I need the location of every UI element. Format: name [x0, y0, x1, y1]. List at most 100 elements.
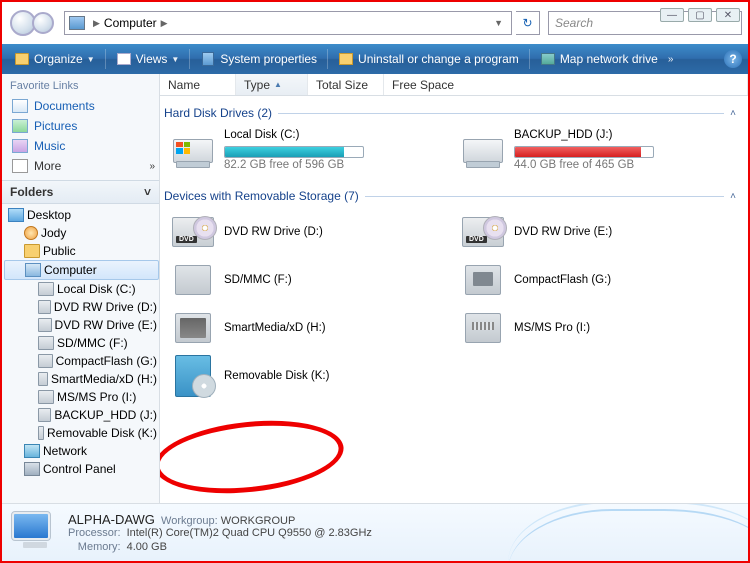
address-bar[interactable]: ▶ Computer ▶ ▼	[64, 11, 512, 35]
tree-label: Local Disk (C:)	[57, 280, 136, 298]
drive-name: MS/MS Pro (I:)	[514, 321, 590, 336]
drive-h[interactable]: SmartMedia/xD (H:)	[168, 305, 446, 351]
system-properties-button[interactable]: System properties	[194, 49, 323, 69]
col-label: Total Size	[316, 78, 368, 92]
organize-button[interactable]: Organize ▼	[8, 49, 101, 69]
favorite-documents[interactable]: Documents	[8, 96, 159, 116]
chevron-down-icon: ▼	[171, 55, 179, 64]
uninstall-icon	[338, 51, 354, 67]
group-removable[interactable]: Devices with Removable Storage (7) ˄	[164, 183, 740, 207]
separator	[189, 49, 190, 69]
separator	[327, 49, 328, 69]
tree-drive[interactable]: CompactFlash (G:)	[4, 352, 159, 370]
collapse-group-icon[interactable]: ˄	[730, 108, 736, 119]
more-commands-button[interactable]: »	[668, 54, 674, 65]
drive-name: Local Disk (C:)	[224, 128, 364, 143]
window-controls: — ▢ ✕	[660, 8, 740, 22]
col-type[interactable]: Type▲	[236, 74, 308, 95]
col-free-space[interactable]: Free Space	[384, 74, 748, 95]
usage-bar	[224, 146, 364, 158]
folders-header[interactable]: Folders ˅	[2, 180, 159, 204]
cf-card-icon	[460, 259, 506, 301]
tree-user[interactable]: Jody	[4, 224, 159, 242]
drive-f[interactable]: SD/MMC (F:)	[168, 257, 446, 303]
drive-icon	[38, 426, 44, 440]
group-rule	[365, 196, 724, 197]
user-icon	[24, 226, 38, 240]
removable-grid: DVDDVD RW Drive (D:) DVDDVD RW Drive (E:…	[164, 207, 740, 407]
drive-name: DVD RW Drive (E:)	[514, 225, 612, 240]
decorative-streaks	[528, 503, 748, 561]
drive-g[interactable]: CompactFlash (G:)	[458, 257, 736, 303]
nav-buttons	[10, 10, 54, 36]
drive-icon	[38, 372, 48, 386]
favorite-label: Pictures	[34, 119, 77, 133]
refresh-button[interactable]: ↻	[516, 11, 540, 35]
tree-public[interactable]: Public	[4, 242, 159, 260]
drive-icon	[38, 318, 52, 332]
tree-label: MS/MS Pro (I:)	[57, 388, 136, 406]
organize-label: Organize	[34, 52, 83, 66]
tree-drive[interactable]: SD/MMC (F:)	[4, 334, 159, 352]
uninstall-button[interactable]: Uninstall or change a program	[332, 49, 525, 69]
collapse-group-icon[interactable]: ˄	[730, 191, 736, 202]
drive-i[interactable]: MS/MS Pro (I:)	[458, 305, 736, 351]
drive-e[interactable]: DVDDVD RW Drive (E:)	[458, 209, 736, 255]
favorite-more[interactable]: More»	[8, 156, 159, 176]
hdd-grid: Local Disk (C:) 82.2 GB free of 596 GB B…	[164, 124, 740, 183]
tree-computer[interactable]: Computer	[4, 260, 159, 280]
tree-drive[interactable]: Removable Disk (K:)	[4, 424, 159, 442]
chevron-down-icon[interactable]: ▼	[490, 18, 507, 28]
computer-name: ALPHA-DAWG	[68, 512, 155, 527]
close-button[interactable]: ✕	[716, 8, 740, 22]
col-name[interactable]: Name	[160, 74, 236, 95]
minimize-button[interactable]: —	[660, 8, 684, 22]
drive-j[interactable]: BACKUP_HDD (J:) 44.0 GB free of 465 GB	[458, 126, 736, 175]
drive-name: Removable Disk (K:)	[224, 369, 329, 384]
chevron-right-icon[interactable]: ▶	[157, 18, 172, 29]
forward-button[interactable]	[32, 12, 54, 34]
tree-drive[interactable]: MS/MS Pro (I:)	[4, 388, 159, 406]
drive-c[interactable]: Local Disk (C:) 82.2 GB free of 596 GB	[168, 126, 446, 175]
drive-icon	[38, 354, 53, 368]
computer-icon	[69, 16, 85, 30]
tree-desktop[interactable]: Desktop	[4, 206, 159, 224]
removable-disk-icon	[170, 355, 216, 397]
content-pane: Name Type▲ Total Size Free Space Hard Di…	[160, 74, 748, 503]
tree-drive[interactable]: SmartMedia/xD (H:)	[4, 370, 159, 388]
drive-icon	[38, 300, 51, 314]
drive-d[interactable]: DVDDVD RW Drive (D:)	[168, 209, 446, 255]
folder-tree: Desktop Jody Public Computer Local Disk …	[2, 204, 159, 503]
views-icon	[116, 51, 132, 67]
drive-k[interactable]: Removable Disk (K:)	[168, 353, 446, 399]
tree-label: Removable Disk (K:)	[47, 424, 157, 442]
system-properties-label: System properties	[220, 52, 317, 66]
favorite-label: More	[34, 159, 61, 173]
tree-drive[interactable]: DVD RW Drive (D:)	[4, 298, 159, 316]
help-button[interactable]: ?	[724, 50, 742, 68]
views-button[interactable]: Views ▼	[110, 49, 186, 69]
chevron-right-icon[interactable]: ▶	[89, 18, 104, 29]
col-total-size[interactable]: Total Size	[308, 74, 384, 95]
drive-name: SmartMedia/xD (H:)	[224, 321, 326, 336]
search-placeholder: Search	[555, 16, 593, 30]
control-panel-icon	[24, 462, 40, 476]
pictures-icon	[12, 119, 28, 133]
drive-name: SD/MMC (F:)	[224, 273, 292, 288]
favorite-music[interactable]: Music	[8, 136, 159, 156]
tree-label: Public	[43, 242, 76, 260]
tree-drive[interactable]: Local Disk (C:)	[4, 280, 159, 298]
map-network-drive-button[interactable]: Map network drive	[534, 49, 664, 69]
tree-network[interactable]: Network	[4, 442, 159, 460]
tree-drive[interactable]: BACKUP_HDD (J:)	[4, 406, 159, 424]
breadcrumb-computer[interactable]: Computer	[104, 16, 157, 30]
favorite-pictures[interactable]: Pictures	[8, 116, 159, 136]
workgroup-label: Workgroup:	[161, 515, 218, 527]
group-hdd[interactable]: Hard Disk Drives (2) ˄	[164, 100, 740, 124]
tree-drive[interactable]: DVD RW Drive (E:)	[4, 316, 159, 334]
tree-label: SD/MMC (F:)	[57, 334, 128, 352]
tree-control-panel[interactable]: Control Panel	[4, 460, 159, 478]
hdd-icon	[460, 130, 506, 172]
maximize-button[interactable]: ▢	[688, 8, 712, 22]
body: Favorite Links Documents Pictures Music …	[2, 74, 748, 503]
